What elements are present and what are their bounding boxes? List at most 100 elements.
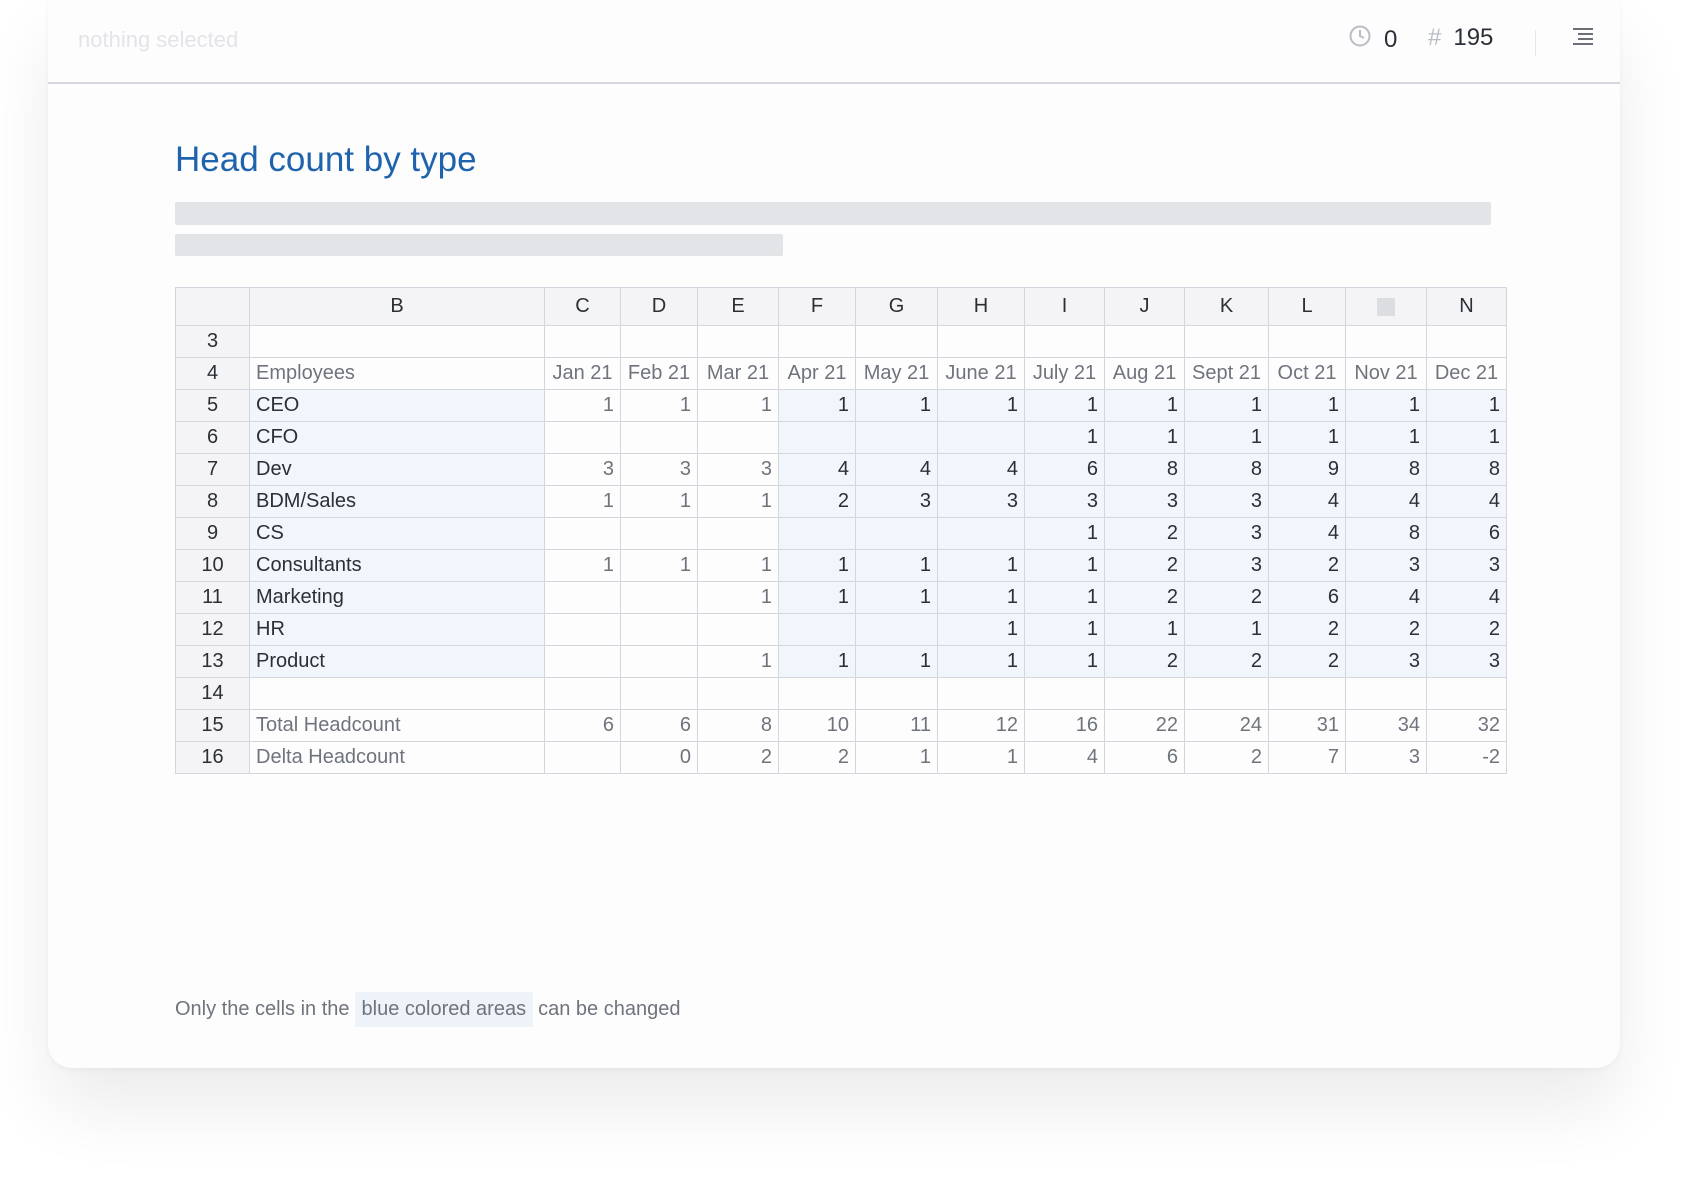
data-cell[interactable]: 4 — [1268, 485, 1346, 518]
history-counter[interactable]: 0 — [1348, 24, 1397, 55]
data-cell[interactable]: 1 — [937, 613, 1025, 646]
data-cell[interactable]: Mar 21 — [697, 357, 779, 390]
data-cell[interactable] — [855, 325, 938, 358]
data-cell[interactable]: 1 — [544, 485, 621, 518]
data-cell[interactable]: 1 — [937, 741, 1025, 774]
data-cell[interactable] — [778, 325, 856, 358]
row-number[interactable]: 15 — [175, 709, 250, 742]
data-cell[interactable] — [620, 325, 698, 358]
row-number[interactable]: 5 — [175, 389, 250, 422]
data-cell[interactable]: 1 — [1426, 421, 1507, 454]
data-cell[interactable]: 1 — [1268, 421, 1346, 454]
data-cell[interactable]: 1 — [1184, 613, 1269, 646]
row-label-cell[interactable]: Product — [249, 645, 545, 678]
data-cell[interactable]: 1 — [937, 389, 1025, 422]
row-label-cell[interactable]: Total Headcount — [249, 709, 545, 742]
data-cell[interactable]: -2 — [1426, 741, 1507, 774]
data-cell[interactable]: 4 — [1345, 581, 1427, 614]
data-cell[interactable]: 3 — [1184, 485, 1269, 518]
data-cell[interactable] — [544, 613, 621, 646]
row-number[interactable]: 3 — [175, 325, 250, 358]
data-cell[interactable]: 1 — [855, 645, 938, 678]
data-cell[interactable]: 1 — [697, 549, 779, 582]
data-cell[interactable]: 1 — [620, 549, 698, 582]
data-cell[interactable]: 4 — [855, 453, 938, 486]
data-cell[interactable]: 2 — [1184, 645, 1269, 678]
data-cell[interactable]: 4 — [1268, 517, 1346, 550]
data-cell[interactable] — [1104, 325, 1185, 358]
data-cell[interactable]: 8 — [1426, 453, 1507, 486]
row-label-cell[interactable]: Delta Headcount — [249, 741, 545, 774]
data-cell[interactable]: 3 — [620, 453, 698, 486]
row-label-cell[interactable] — [249, 677, 545, 710]
data-cell[interactable] — [937, 325, 1025, 358]
data-cell[interactable]: Dec 21 — [1426, 357, 1507, 390]
data-cell[interactable]: 1 — [1024, 389, 1105, 422]
data-cell[interactable]: 8 — [1345, 517, 1427, 550]
data-cell[interactable]: May 21 — [855, 357, 938, 390]
data-cell[interactable]: 2 — [778, 485, 856, 518]
data-cell[interactable]: 1 — [1024, 549, 1105, 582]
data-cell[interactable]: 1 — [1268, 389, 1346, 422]
data-cell[interactable] — [1426, 325, 1507, 358]
data-cell[interactable]: 6 — [620, 709, 698, 742]
data-cell[interactable]: 1 — [1184, 389, 1269, 422]
data-cell[interactable]: 4 — [778, 453, 856, 486]
data-cell[interactable]: Nov 21 — [1345, 357, 1427, 390]
data-cell[interactable]: 6 — [1426, 517, 1507, 550]
data-cell[interactable]: 1 — [1024, 421, 1105, 454]
data-cell[interactable] — [620, 613, 698, 646]
data-cell[interactable]: 3 — [1345, 549, 1427, 582]
data-cell[interactable]: 6 — [1268, 581, 1346, 614]
data-cell[interactable]: 1 — [1024, 517, 1105, 550]
data-cell[interactable] — [855, 677, 938, 710]
data-cell[interactable] — [855, 613, 938, 646]
column-header[interactable]: N — [1426, 287, 1507, 326]
data-cell[interactable]: 1 — [544, 549, 621, 582]
data-cell[interactable]: 1 — [778, 581, 856, 614]
data-cell[interactable]: 2 — [1184, 581, 1269, 614]
data-cell[interactable]: Jan 21 — [544, 357, 621, 390]
data-cell[interactable]: 8 — [697, 709, 779, 742]
data-cell[interactable]: 1 — [855, 389, 938, 422]
row-number[interactable]: 10 — [175, 549, 250, 582]
data-cell[interactable] — [1268, 325, 1346, 358]
column-header[interactable]: F — [778, 287, 856, 326]
data-cell[interactable]: 0 — [620, 741, 698, 774]
data-cell[interactable]: July 21 — [1024, 357, 1105, 390]
data-cell[interactable]: 11 — [855, 709, 938, 742]
data-cell[interactable] — [778, 613, 856, 646]
data-cell[interactable]: 1 — [855, 581, 938, 614]
data-cell[interactable]: 10 — [778, 709, 856, 742]
data-cell[interactable]: 2 — [1104, 549, 1185, 582]
data-cell[interactable] — [544, 325, 621, 358]
data-cell[interactable]: 9 — [1268, 453, 1346, 486]
row-number[interactable]: 12 — [175, 613, 250, 646]
data-cell[interactable]: Aug 21 — [1104, 357, 1185, 390]
data-cell[interactable]: 6 — [1104, 741, 1185, 774]
data-cell[interactable] — [1104, 677, 1185, 710]
data-cell[interactable]: 2 — [1268, 613, 1346, 646]
data-cell[interactable] — [1024, 677, 1105, 710]
data-cell[interactable]: 4 — [1426, 485, 1507, 518]
data-cell[interactable]: 8 — [1345, 453, 1427, 486]
data-cell[interactable] — [778, 517, 856, 550]
data-cell[interactable]: 4 — [1024, 741, 1105, 774]
data-cell[interactable] — [855, 421, 938, 454]
data-cell[interactable]: 1 — [1104, 389, 1185, 422]
row-number[interactable]: 13 — [175, 645, 250, 678]
data-cell[interactable]: 2 — [1426, 613, 1507, 646]
data-cell[interactable] — [697, 421, 779, 454]
data-cell[interactable]: 2 — [1104, 645, 1185, 678]
data-cell[interactable]: 1 — [1104, 421, 1185, 454]
data-cell[interactable] — [697, 677, 779, 710]
row-number[interactable]: 14 — [175, 677, 250, 710]
data-cell[interactable]: 1 — [697, 645, 779, 678]
data-cell[interactable]: 3 — [1345, 741, 1427, 774]
row-number[interactable]: 6 — [175, 421, 250, 454]
row-number[interactable]: 16 — [175, 741, 250, 774]
data-cell[interactable]: 2 — [1104, 581, 1185, 614]
data-cell[interactable]: 4 — [1426, 581, 1507, 614]
data-cell[interactable] — [620, 517, 698, 550]
data-cell[interactable]: 1 — [1345, 421, 1427, 454]
